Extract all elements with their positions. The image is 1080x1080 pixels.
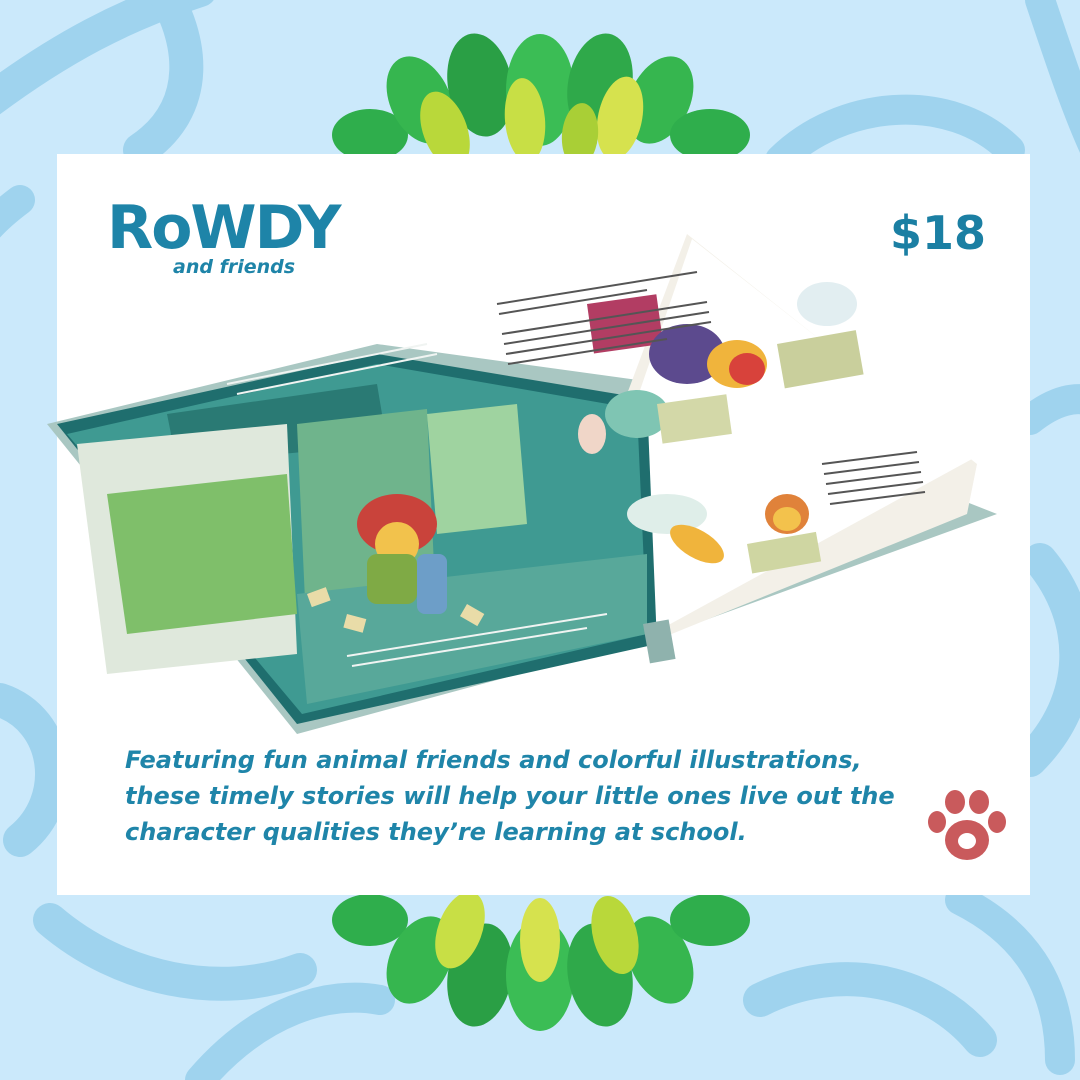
product-card: RoWDY and friends $18 Featuring fun anim… [47,154,1030,895]
open-book-image [47,234,997,734]
paw-print-icon [928,790,1006,860]
product-description: Featuring fun animal friends and colorfu… [125,746,895,846]
ad-canvas: RoWDY and friends $18 Featuring fun anim… [0,0,1080,1080]
